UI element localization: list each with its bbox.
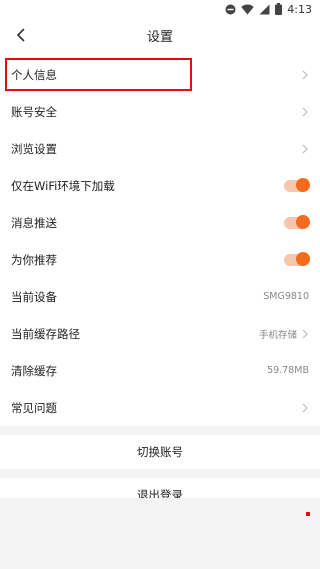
status-time: 4:13 [287,2,312,16]
row-recommend: 为你推荐 [0,241,320,278]
nav-bar: 设置 [0,18,320,52]
chevron-left-icon [16,28,25,42]
signal-icon [259,4,270,14]
row-device: 当前设备 SMG9810 [0,278,320,315]
push-label: 消息推送 [11,215,57,230]
switch-account-button[interactable]: 切换账号 [0,435,320,469]
row-push: 消息推送 [0,204,320,241]
recommend-label: 为你推荐 [11,252,57,267]
row-account-security[interactable]: 账号安全 [0,93,320,130]
row-wifi-only: 仅在WiFi环境下加载 [0,167,320,204]
chevron-right-icon [302,403,308,412]
chevron-right-icon [302,70,308,79]
cache-path-value: 手机存储 [258,329,297,341]
settings-list: 个人信息 账号安全 浏览设置 仅在WiFi环境下加载 消息推送 为你推荐 当前设… [0,56,320,426]
row-cache-path[interactable]: 当前缓存路径 手机存储 [0,315,320,352]
row-clear-cache[interactable]: 清除缓存 59.78MB [0,352,320,389]
status-bar: 4:13 [0,0,320,18]
wifi-only-label: 仅在WiFi环境下加载 [11,178,115,193]
clear-cache-label: 清除缓存 [11,363,57,378]
do-not-disturb-icon [225,4,236,14]
red-dot-marker [306,512,310,516]
wifi-only-toggle[interactable] [284,177,310,192]
browse-settings-label: 浏览设置 [11,141,57,156]
chevron-right-icon [302,107,308,116]
battery-icon [275,3,283,15]
device-label: 当前设备 [11,289,57,304]
push-toggle[interactable] [284,214,310,229]
back-button[interactable] [10,24,32,46]
chevron-right-icon [302,144,308,153]
faq-label: 常见问题 [11,400,57,415]
cache-path-label: 当前缓存路径 [11,326,80,341]
account-security-label: 账号安全 [11,104,57,119]
clear-cache-value: 59.78MB [267,365,309,376]
bottom-area [0,498,320,569]
divider [0,426,320,435]
chevron-right-icon [302,329,308,338]
row-browse-settings[interactable]: 浏览设置 [0,130,320,167]
highlight-box [5,58,192,91]
wifi-icon [241,4,254,14]
device-value: SMG9810 [263,291,309,302]
row-faq[interactable]: 常见问题 [0,389,320,426]
page-title: 设置 [146,29,173,45]
divider [0,469,320,478]
recommend-toggle[interactable] [284,251,310,266]
